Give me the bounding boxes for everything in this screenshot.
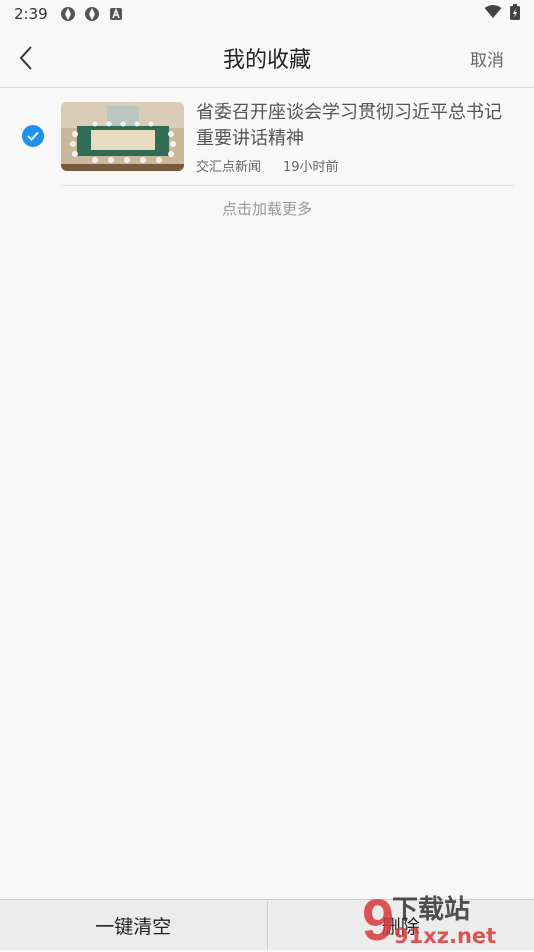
status-time: 2:39 — [14, 5, 48, 23]
wifi-icon — [484, 5, 502, 23]
delete-button[interactable]: 删除 — [268, 900, 534, 950]
bottom-action-bar: 一键清空 删除 — [0, 899, 534, 950]
load-more-button[interactable]: 点击加载更多 — [0, 198, 534, 219]
article-time: 19小时前 — [283, 156, 339, 175]
checkbox-checked-icon[interactable] — [22, 125, 44, 147]
article-title[interactable]: 省委召开座谈会学习贯彻习近平总书记重要讲话精神 — [196, 100, 514, 152]
article-source: 交汇点新闻 — [196, 156, 261, 175]
list-item[interactable]: 省委召开座谈会学习贯彻习近平总书记重要讲话精神 交汇点新闻 19小时前 — [0, 100, 534, 186]
page-title: 我的收藏 — [223, 42, 311, 74]
battery-icon — [510, 4, 520, 24]
app-notification-icon — [84, 6, 100, 22]
app-notification-icon — [108, 6, 124, 22]
clear-all-button[interactable]: 一键清空 — [0, 900, 267, 950]
divider — [61, 185, 514, 186]
status-bar: 2:39 — [0, 0, 534, 28]
article-thumbnail[interactable] — [61, 102, 184, 171]
chevron-left-icon — [17, 45, 35, 71]
nav-header: 我的收藏 取消 — [0, 28, 534, 88]
app-notification-icon — [60, 6, 76, 22]
article-meta: 交汇点新闻 19小时前 — [196, 156, 339, 175]
cancel-button[interactable]: 取消 — [470, 46, 504, 71]
back-button[interactable] — [10, 42, 42, 74]
